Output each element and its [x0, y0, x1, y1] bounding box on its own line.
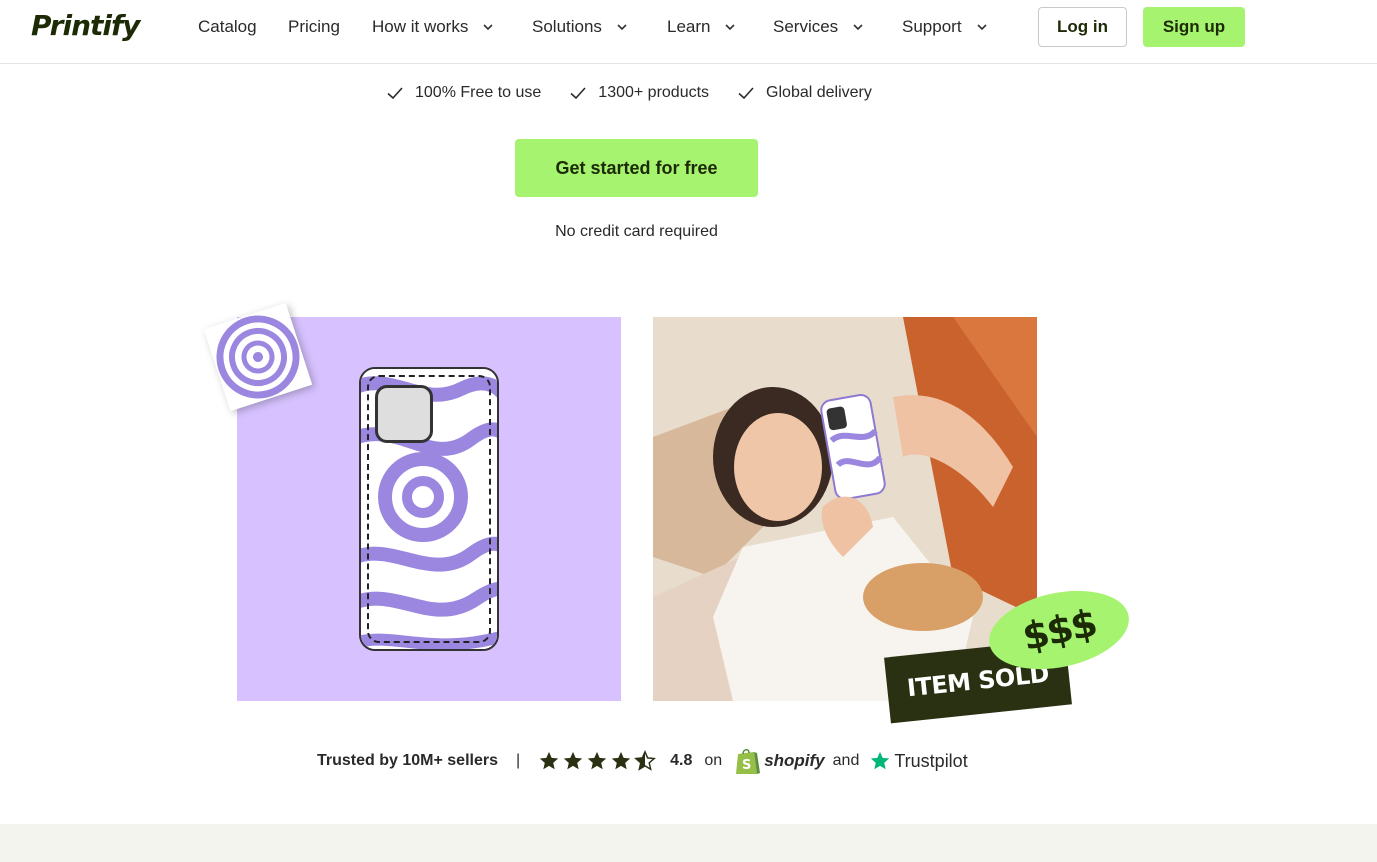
- shopify-wordmark: shopify: [764, 751, 825, 770]
- nav-catalog[interactable]: Catalog: [198, 0, 257, 54]
- nav-catalog-label: Catalog: [198, 17, 257, 36]
- trustpilot-star-icon: [871, 751, 890, 770]
- chevron-down-icon: [617, 24, 627, 31]
- benefit-label: Global delivery: [766, 84, 872, 101]
- shopify-bag-icon: S: [736, 748, 761, 774]
- nav-pricing-label: Pricing: [288, 17, 340, 36]
- benefit-item: 100% Free to use: [386, 84, 541, 102]
- nav-solutions[interactable]: Solutions: [532, 0, 628, 54]
- benefit-item: 1300+ products: [569, 84, 709, 102]
- nav-pricing[interactable]: Pricing: [288, 0, 340, 54]
- star-icon: [611, 751, 631, 770]
- checkmark-icon: [387, 87, 403, 100]
- site-header: Printify Catalog Pricing How it works So…: [0, 0, 1377, 64]
- rating-value: 4.8: [670, 752, 693, 769]
- chevron-down-icon: [483, 24, 493, 31]
- trusted-by-text: Trusted by 10M+ sellers: [317, 752, 498, 769]
- next-section-band: [0, 824, 1377, 862]
- login-button[interactable]: Log in: [1038, 7, 1127, 47]
- trust-bar: Trusted by 10M+ sellers | 4.8 on S shopi…: [317, 745, 968, 777]
- lifestyle-photo: [653, 317, 1037, 701]
- rating-on-text: on: [704, 752, 723, 769]
- phone-case-outline: [359, 367, 499, 651]
- trustpilot-logo[interactable]: Trustpilot: [869, 750, 968, 772]
- nav-support-label: Support: [902, 17, 962, 36]
- nav-how-it-works[interactable]: How it works: [372, 0, 494, 54]
- no-credit-card-note: No credit card required: [555, 223, 718, 240]
- nav-solutions-label: Solutions: [532, 17, 602, 36]
- star-icon: [587, 751, 607, 770]
- benefit-label: 100% Free to use: [415, 84, 542, 101]
- chevron-down-icon: [976, 24, 987, 31]
- star-icon: [563, 751, 583, 770]
- nav-support[interactable]: Support: [902, 0, 988, 54]
- nav-services-label: Services: [773, 17, 839, 36]
- chevron-down-icon: [853, 24, 863, 31]
- printify-logo[interactable]: Printify: [31, 9, 140, 42]
- signup-button[interactable]: Sign up: [1143, 7, 1245, 47]
- get-started-button[interactable]: Get started for free: [515, 139, 758, 197]
- camera-cutout: [375, 385, 433, 443]
- nav-learn-label: Learn: [667, 17, 711, 36]
- svg-text:S: S: [742, 758, 751, 773]
- chevron-down-icon: [725, 24, 736, 31]
- checkmark-icon: [570, 87, 586, 100]
- woman-with-phone-image: [653, 317, 1037, 701]
- star-rating: [538, 750, 658, 772]
- and-text: and: [832, 752, 860, 769]
- benefit-item: Global delivery: [737, 84, 872, 102]
- trust-separator: |: [515, 752, 521, 769]
- checkmark-icon: [738, 87, 754, 100]
- nav-how-it-works-label: How it works: [372, 17, 469, 36]
- trustpilot-wordmark: Trustpilot: [894, 750, 968, 771]
- star-half-icon: [634, 750, 657, 771]
- benefit-label: 1300+ products: [598, 84, 710, 101]
- shopify-logo[interactable]: S shopify: [734, 746, 825, 776]
- nav-services[interactable]: Services: [773, 0, 864, 54]
- benefits-list: 100% Free to use 1300+ products Global d…: [386, 84, 872, 102]
- star-icon: [539, 751, 559, 770]
- nav-learn[interactable]: Learn: [667, 0, 736, 54]
